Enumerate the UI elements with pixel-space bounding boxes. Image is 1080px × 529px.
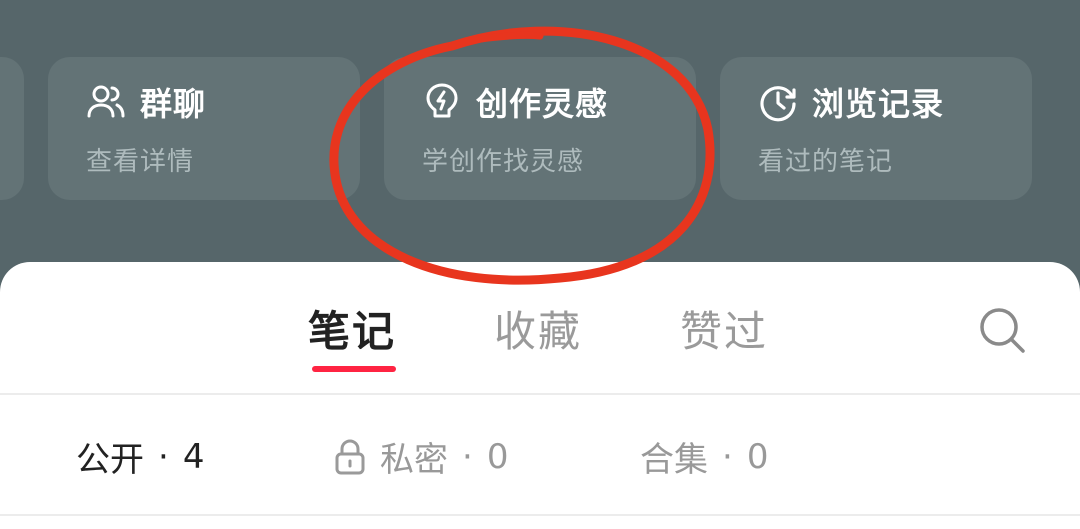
card-creative-inspiration[interactable]: 创作灵感 学创作找灵感: [384, 57, 696, 200]
card-group-chat[interactable]: 群聊 查看详情: [48, 57, 360, 200]
tab-collections[interactable]: 收藏: [494, 298, 582, 359]
quick-access-area: 群聊 查看详情 创作灵感 学创作找灵感 浏览记录 看过的笔记: [0, 0, 1080, 300]
card-partial-left[interactable]: [0, 57, 24, 200]
card-title-row: 浏览记录: [758, 79, 944, 125]
bottom-divider: [0, 514, 1080, 516]
filter-separator: ·: [158, 436, 169, 477]
filter-public[interactable]: 公开 · 4: [76, 432, 204, 481]
filter-label: 公开: [76, 440, 144, 480]
card-subtitle: 学创作找灵感: [422, 147, 585, 177]
card-browsing-history[interactable]: 浏览记录 看过的笔记: [720, 57, 1032, 200]
group-users-icon: [86, 82, 126, 122]
lightbulb-bolt-icon: [422, 82, 462, 122]
lock-icon: [334, 438, 366, 476]
filter-label: 私密: [380, 440, 448, 480]
card-title: 浏览记录: [812, 85, 945, 123]
card-subtitle: 看过的笔记: [758, 147, 894, 177]
filter-private[interactable]: 私密 · 0: [334, 432, 508, 481]
card-title-row: 群聊: [86, 79, 206, 125]
card-subtitle: 查看详情: [86, 147, 195, 177]
content-panel: 笔记 收藏 赞过 公开 · 4 私密 · 0 合集 · 0: [0, 262, 1080, 529]
card-title-row: 创作灵感: [422, 79, 608, 125]
filter-label: 合集: [640, 440, 708, 480]
tab-liked[interactable]: 赞过: [680, 298, 768, 359]
card-title: 群聊: [140, 85, 207, 123]
clock-history-icon: [758, 82, 798, 122]
search-icon: [980, 308, 1025, 353]
filter-count: 0: [746, 436, 769, 477]
filter-count: 0: [486, 436, 509, 477]
filter-collection[interactable]: 合集 · 0: [640, 432, 768, 481]
filter-count: 4: [182, 436, 205, 477]
tab-notes[interactable]: 笔记: [308, 298, 396, 359]
active-tab-indicator: [312, 366, 396, 372]
filter-separator: ·: [462, 436, 473, 477]
card-title: 创作灵感: [476, 85, 609, 123]
filter-separator: ·: [722, 436, 733, 477]
search-button[interactable]: [976, 304, 1028, 356]
tab-divider: [0, 393, 1080, 395]
